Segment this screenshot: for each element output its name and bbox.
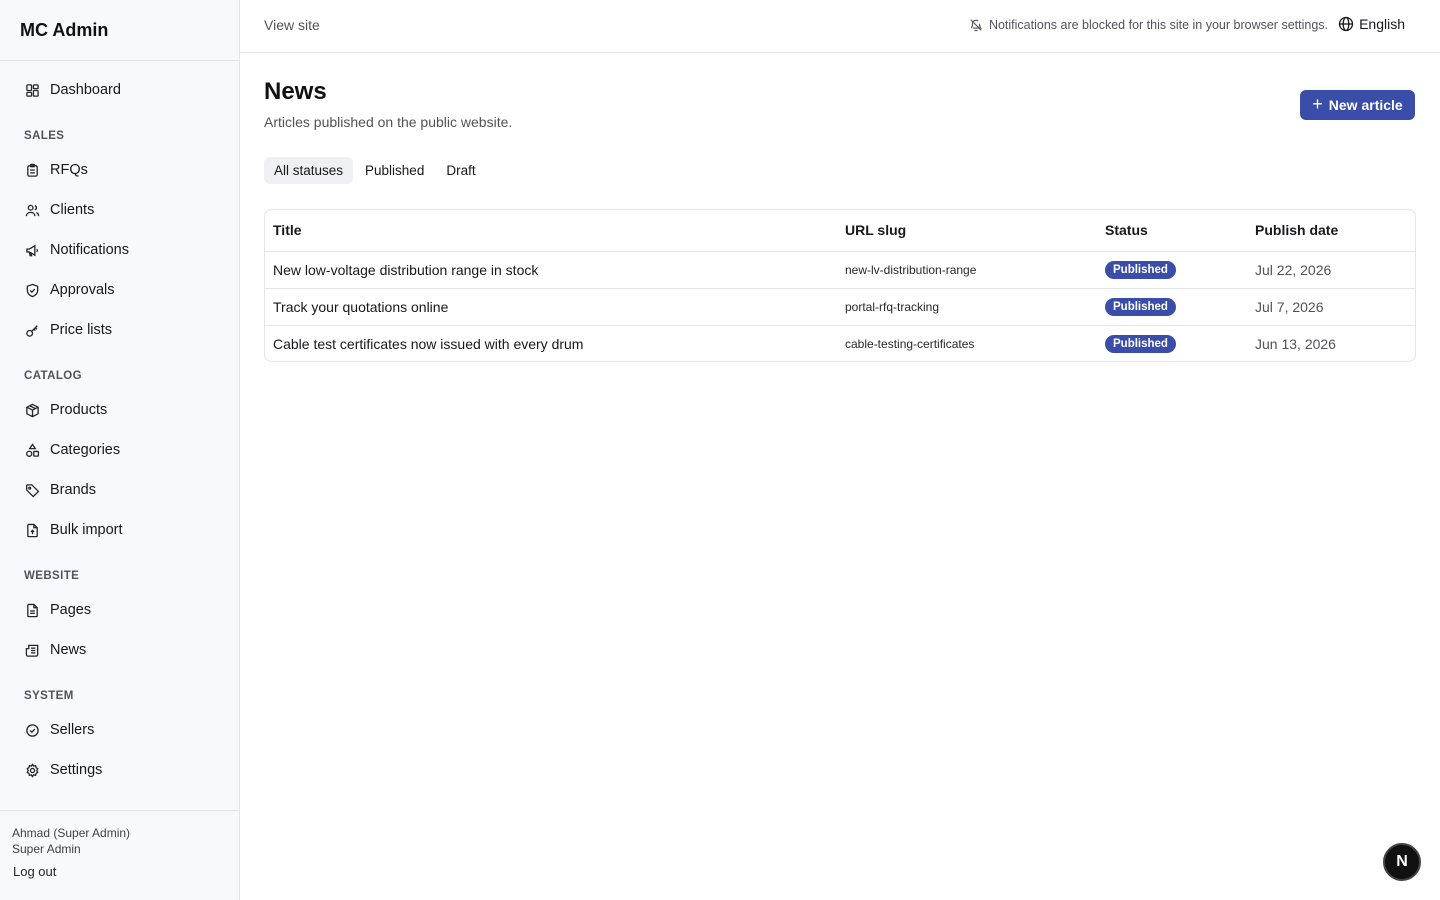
- status-badge: Published: [1105, 335, 1176, 354]
- article-slug: new-lv-distribution-range: [837, 251, 1097, 289]
- section-label-system: SYSTEM: [24, 690, 74, 702]
- status-filter-tabs: All statuses Published Draft: [264, 157, 486, 184]
- shapes-icon: [24, 442, 40, 458]
- section-label-website: WEBSITE: [24, 570, 80, 582]
- dashboard-icon: [24, 82, 40, 98]
- language-selector[interactable]: English: [1338, 16, 1405, 32]
- article-title[interactable]: New low-voltage distribution range in st…: [265, 251, 837, 289]
- table-row[interactable]: New low-voltage distribution range in st…: [265, 251, 1415, 289]
- new-article-button[interactable]: + New article: [1300, 90, 1415, 120]
- column-header-slug: URL slug: [837, 210, 1097, 252]
- app-title: MC Admin: [0, 0, 239, 61]
- sidebar-item-sellers[interactable]: Sellers: [12, 713, 228, 747]
- tab-all-statuses[interactable]: All statuses: [264, 157, 354, 184]
- newspaper-icon: [24, 642, 40, 658]
- sidebar-item-clients[interactable]: Clients: [12, 193, 228, 227]
- sidebar-item-label: Products: [50, 402, 108, 418]
- sidebar-item-label: Approvals: [50, 282, 115, 298]
- section-label-sales: SALES: [24, 130, 65, 142]
- article-slug: cable-testing-certificates: [845, 336, 975, 351]
- status-badge: Published: [1105, 261, 1176, 279]
- language-label: English: [1359, 16, 1405, 32]
- sidebar-item-dashboard[interactable]: Dashboard: [12, 73, 228, 107]
- badge-check-icon: [24, 722, 40, 738]
- sidebar-item-label: Bulk import: [50, 522, 123, 538]
- article-title[interactable]: Track your quotations online: [265, 288, 837, 326]
- file-text-icon: [24, 602, 40, 618]
- shield-check-icon: [24, 282, 40, 298]
- notifications-blocked-notice: Notifications are blocked for this site …: [969, 18, 1328, 32]
- article-slug: portal-rfq-tracking: [837, 288, 1097, 326]
- sidebar-item-settings[interactable]: Settings: [12, 753, 228, 787]
- article-title[interactable]: Cable test certificates now issued with …: [265, 325, 837, 361]
- topbar: View site Notifications are blocked for …: [240, 0, 1440, 53]
- sidebar-item-rfqs[interactable]: RFQs: [12, 153, 228, 187]
- package-icon: [24, 402, 40, 418]
- sidebar-item-categories[interactable]: Categories: [12, 433, 228, 467]
- clipboard-icon: [24, 162, 40, 178]
- user-role: Super Admin: [12, 842, 81, 856]
- sidebar-item-pages[interactable]: Pages: [12, 593, 228, 627]
- plus-icon: +: [1312, 94, 1323, 114]
- megaphone-icon: [24, 242, 40, 258]
- tab-published[interactable]: Published: [355, 157, 434, 184]
- sidebar-item-label: Brands: [50, 482, 96, 498]
- news-table: Title URL slug Status Publish date New l…: [264, 209, 1416, 362]
- tab-draft[interactable]: Draft: [436, 157, 485, 184]
- page-title: News: [264, 78, 327, 105]
- sidebar-item-label: Pages: [50, 602, 92, 618]
- column-header-status: Status: [1097, 210, 1247, 252]
- sidebar-item-label: Price lists: [50, 322, 113, 338]
- publish-date: Jun 13, 2026: [1255, 335, 1336, 352]
- page-subtitle: Articles published on the public website…: [264, 114, 513, 130]
- users-icon: [24, 202, 40, 218]
- sidebar-item-notifications[interactable]: Notifications: [12, 233, 228, 267]
- gear-icon: [24, 762, 40, 778]
- sidebar-item-brands[interactable]: Brands: [12, 473, 228, 507]
- column-header-date: Publish date: [1247, 210, 1415, 252]
- table-row[interactable]: Track your quotations online portal-rfq-…: [265, 288, 1415, 326]
- sidebar-item-label: Sellers: [50, 722, 95, 738]
- tag-icon: [24, 482, 40, 498]
- sidebar-item-label: News: [50, 642, 87, 658]
- sidebar-item-bulk-import[interactable]: Bulk import: [12, 513, 228, 547]
- sidebar-footer: Ahmad (Super Admin) Super Admin Log out: [0, 810, 239, 900]
- dev-tools-badge[interactable]: N: [1383, 843, 1421, 881]
- sidebar-item-label: Clients: [50, 202, 95, 218]
- sidebar-item-approvals[interactable]: Approvals: [12, 273, 228, 307]
- user-name: Ahmad (Super Admin): [12, 826, 131, 840]
- publish-date: Jul 22, 2026: [1247, 251, 1415, 289]
- table-header-row: Title URL slug Status Publish date: [265, 210, 1415, 252]
- publish-date: Jul 7, 2026: [1247, 288, 1415, 326]
- sidebar-item-label: Settings: [50, 762, 103, 778]
- sidebar-item-label: Categories: [50, 442, 121, 458]
- sidebar-item-news[interactable]: News: [12, 633, 228, 667]
- sidebar-item-label: Dashboard: [50, 82, 121, 98]
- table-row[interactable]: Cable test certificates now issued with …: [265, 325, 1415, 361]
- view-site-link[interactable]: View site: [264, 17, 320, 33]
- globe-icon: [1338, 16, 1354, 32]
- sidebar-item-price-lists[interactable]: Price lists: [12, 313, 228, 347]
- sidebar-item-label: Notifications: [50, 242, 129, 258]
- notice-text: Notifications are blocked for this site …: [988, 18, 1328, 32]
- new-article-label: New article: [1328, 97, 1403, 113]
- sidebar-item-products[interactable]: Products: [12, 393, 228, 427]
- bell-off-icon: [969, 18, 983, 32]
- status-badge: Published: [1105, 298, 1176, 316]
- sidebar-item-label: RFQs: [50, 162, 88, 178]
- price-tag-key-icon: [24, 322, 40, 338]
- sidebar: MC Admin Dashboard SALES RFQs Clients No…: [0, 0, 240, 900]
- file-upload-icon: [24, 522, 40, 538]
- logout-button[interactable]: Log out: [13, 864, 56, 879]
- column-header-title: Title: [265, 210, 837, 252]
- section-label-catalog: CATALOG: [24, 370, 82, 382]
